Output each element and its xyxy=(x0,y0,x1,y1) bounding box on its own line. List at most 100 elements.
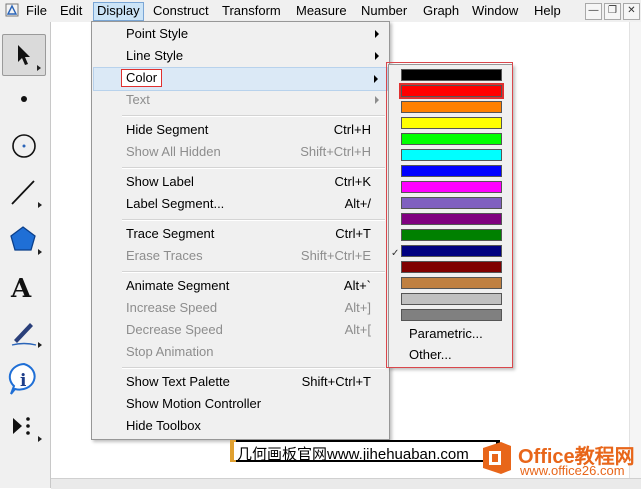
menu-measure[interactable]: Measure xyxy=(296,3,347,19)
color-swatch[interactable] xyxy=(401,245,502,257)
submenu-arrow-icon xyxy=(375,30,379,38)
menu-item-shortcut: Shift+Ctrl+E xyxy=(300,248,371,263)
menu-item-label: Hide Toolbox xyxy=(126,418,201,433)
point-tool[interactable] xyxy=(2,79,46,119)
office-logo-icon xyxy=(483,442,511,474)
menu-item-animate-segment[interactable]: Animate Segment Alt+` xyxy=(93,275,388,297)
menu-item-label: Label Segment... xyxy=(126,196,225,211)
menu-item-label: Stop Animation xyxy=(126,344,214,359)
menu-graph[interactable]: Graph xyxy=(423,3,459,19)
submenu-arrow-icon xyxy=(374,75,378,83)
marker-tool[interactable] xyxy=(2,312,46,352)
letter-a-glyph: A xyxy=(10,274,32,304)
website-banner: 几何画板官网www.jihehuaban.com xyxy=(230,440,500,462)
app-icon[interactable] xyxy=(5,3,19,17)
menu-item-show-motion-controller[interactable]: Show Motion Controller xyxy=(93,393,388,415)
menu-item-decrease-speed[interactable]: Decrease Speed Alt+[ xyxy=(93,319,388,341)
menu-separator xyxy=(122,367,385,369)
menu-item-label: Show Label xyxy=(126,174,194,189)
menu-item-label: Show All Hidden xyxy=(126,144,221,159)
tool-expand-arrow xyxy=(38,436,42,442)
color-swatch[interactable] xyxy=(401,117,502,129)
vertical-scrollbar[interactable] xyxy=(629,22,641,478)
menu-item-show-text-palette[interactable]: Show Text Palette Shift+Ctrl+T xyxy=(93,371,388,393)
color-swatch[interactable] xyxy=(401,277,502,289)
info-icon: i xyxy=(8,362,36,395)
menu-item-label: Increase Speed xyxy=(126,300,218,315)
color-swatch[interactable] xyxy=(401,293,502,305)
menu-display[interactable]: Display xyxy=(93,2,144,21)
custom-tool[interactable] xyxy=(2,406,46,446)
parametric-color-item[interactable]: Parametric... xyxy=(409,326,483,341)
horizontal-scrollbar[interactable] xyxy=(51,478,641,489)
menu-item-label: Show Motion Controller xyxy=(126,396,262,411)
menu-item-shortcut: Alt+] xyxy=(344,300,371,315)
menu-item-show-label[interactable]: Show Label Ctrl+K xyxy=(93,171,388,193)
menu-item-shortcut: Alt+` xyxy=(343,278,371,293)
menu-item-shortcut: Alt+[ xyxy=(344,322,371,337)
menu-item-trace-segment[interactable]: Trace Segment Ctrl+T xyxy=(93,223,388,245)
menu-item-hide-toolbox[interactable]: Hide Toolbox xyxy=(93,415,388,437)
tool-expand-arrow xyxy=(38,202,42,208)
menu-window[interactable]: Window xyxy=(472,3,518,19)
menu-item-label: Point Style xyxy=(126,26,189,41)
menu-separator xyxy=(122,271,385,273)
color-swatch[interactable] xyxy=(401,213,502,225)
menu-help[interactable]: Help xyxy=(534,3,561,19)
minimize-icon[interactable]: — xyxy=(585,3,602,20)
menu-item-increase-speed[interactable]: Increase Speed Alt+] xyxy=(93,297,388,319)
watermark-url: www.office26.com xyxy=(520,463,625,478)
color-swatch[interactable] xyxy=(401,181,502,193)
menu-file[interactable]: File xyxy=(26,3,47,19)
menu-item-label: Trace Segment xyxy=(126,226,215,241)
menu-item-color[interactable]: Color xyxy=(93,67,388,91)
color-swatch[interactable] xyxy=(399,83,504,99)
menu-number[interactable]: Number xyxy=(361,3,407,19)
menu-item-erase-traces[interactable]: Erase Traces Shift+Ctrl+E xyxy=(93,245,388,267)
menu-item-label: Show Text Palette xyxy=(126,374,230,389)
menu-construct[interactable]: Construct xyxy=(153,3,209,19)
color-swatch[interactable] xyxy=(401,149,502,161)
color-swatch[interactable] xyxy=(401,69,502,81)
banner-text: 几何画板官网www.jihehuaban.com xyxy=(237,446,469,460)
restore-icon[interactable]: ❐ xyxy=(604,3,621,20)
color-swatch[interactable] xyxy=(401,165,502,177)
menu-item-stop-animation[interactable]: Stop Animation xyxy=(93,341,388,363)
menu-transform[interactable]: Transform xyxy=(222,3,281,19)
color-swatch[interactable] xyxy=(401,309,502,321)
toolbox: A i xyxy=(0,22,51,488)
information-tool[interactable]: i xyxy=(2,359,46,399)
menu-bar: File Edit Display Construct Transform Me… xyxy=(0,0,641,23)
menu-item-shortcut: Shift+Ctrl+H xyxy=(300,144,371,159)
straightedge-tool[interactable] xyxy=(2,172,46,212)
color-swatch[interactable] xyxy=(401,197,502,209)
color-swatch[interactable] xyxy=(401,101,502,113)
tool-expand-arrow xyxy=(38,249,42,255)
text-tool[interactable]: A xyxy=(2,266,46,306)
menu-item-text[interactable]: Text xyxy=(93,89,388,111)
menu-item-label: Decrease Speed xyxy=(126,322,223,337)
menu-item-show-all-hidden[interactable]: Show All Hidden Shift+Ctrl+H xyxy=(93,141,388,163)
menu-separator xyxy=(122,167,385,169)
menu-edit[interactable]: Edit xyxy=(60,3,82,19)
color-swatch[interactable] xyxy=(401,229,502,241)
menu-item-point-style[interactable]: Point Style xyxy=(93,23,388,45)
menu-item-label-segment[interactable]: Label Segment... Alt+/ xyxy=(93,193,388,215)
submenu-arrow-icon xyxy=(375,96,379,104)
arrow-tool[interactable] xyxy=(2,34,46,76)
other-color-item[interactable]: Other... xyxy=(409,347,452,362)
color-swatch[interactable] xyxy=(401,261,502,273)
close-icon[interactable]: ✕ xyxy=(623,3,640,20)
color-swatch[interactable] xyxy=(401,133,502,145)
menu-item-label: Color xyxy=(120,69,163,87)
menu-item-hide-segment[interactable]: Hide Segment Ctrl+H xyxy=(93,119,388,141)
menu-item-label: Hide Segment xyxy=(126,122,209,137)
submenu-arrow-icon xyxy=(375,52,379,60)
polygon-tool[interactable] xyxy=(2,219,46,259)
info-glyph: i xyxy=(20,371,27,391)
display-menu-dropdown: Point Style Line Style Color Text Hide S… xyxy=(91,21,390,440)
tool-expand-arrow xyxy=(37,65,41,71)
menu-item-line-style[interactable]: Line Style xyxy=(93,45,388,67)
tool-expand-arrow xyxy=(38,342,42,348)
compass-tool[interactable] xyxy=(2,126,46,166)
